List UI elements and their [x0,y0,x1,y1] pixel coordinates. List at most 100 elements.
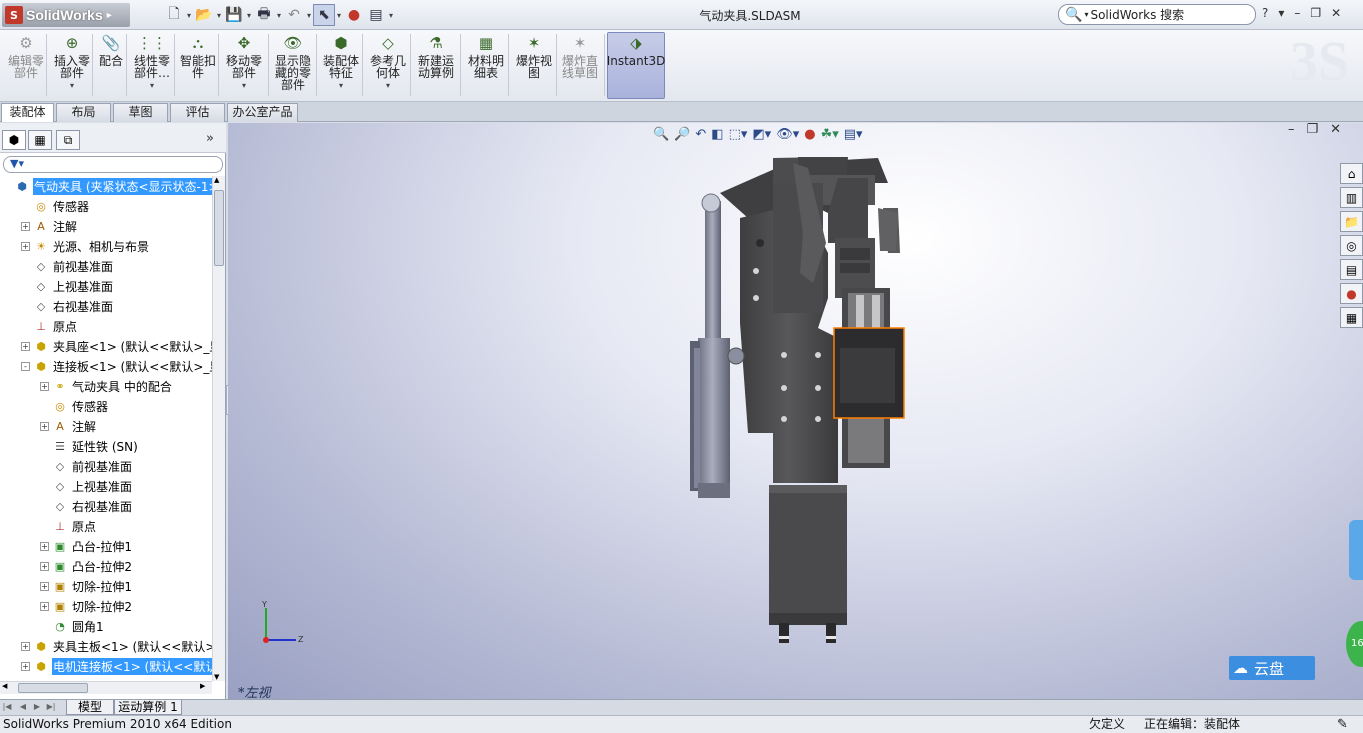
expand-toggle-icon[interactable]: + [40,421,49,431]
pneumatic-cylinder[interactable] [690,193,745,498]
expand-toggle-icon[interactable]: + [21,221,30,231]
tree-item[interactable]: ☰ 延性铁 (SN) [0,436,212,456]
smart-fasteners-button[interactable]: ⛬ 智能扣件 [178,33,218,99]
configuration-manager-tab-icon[interactable]: ⧉ [56,130,80,150]
save-icon[interactable]: 💾 [223,4,245,26]
options-dropdown[interactable]: ▾ [387,11,395,20]
edit-component-button[interactable]: ⚙ 编辑零 部件 [4,33,48,99]
tree-item[interactable]: ⊥ 原点 [0,316,212,336]
property-manager-tab-icon[interactable]: ▦ [28,130,52,150]
next-tab-icon[interactable]: ▶ [32,702,42,713]
tree-item[interactable]: ◎ 传感器 [0,396,212,416]
new-dropdown[interactable]: ▾ [185,11,193,20]
tree-item[interactable]: ◇ 前视基准面 [0,456,212,476]
tree-item[interactable]: -⬢ 连接板<1> (默认<<默认>_显示 [0,356,212,376]
expand-toggle-icon[interactable]: + [21,341,30,351]
dropdown-arrow-icon[interactable]: ▾ [386,80,390,92]
tab-3[interactable]: 评估 [170,103,225,122]
rebuild-pencil-icon[interactable]: ✎ [1337,716,1348,733]
tree-item[interactable]: + ⬢ 夹具座<1> (默认<<默认>_显示 [0,336,212,356]
tree-item[interactable]: + ▣ 切除-拉伸1 [0,576,212,596]
expand-toggle-icon[interactable]: + [21,661,30,671]
first-tab-icon[interactable]: |◀ [2,702,12,713]
dropdown-arrow-icon[interactable]: ▾ [70,80,74,92]
expand-toggle-icon[interactable]: + [40,561,49,571]
view-palette-icon[interactable]: ▤ [1340,259,1363,280]
gripper-body[interactable] [833,288,905,468]
tree-item[interactable]: ⬢ 气动夹具 (夹紧状态<显示状态-1>) [0,176,212,196]
expand-toggle-icon[interactable]: + [40,581,49,591]
move-component-button[interactable]: ✥ 移动零 部件 ▾ [222,33,266,99]
mate-button[interactable]: 📎 配合 [96,33,126,99]
side-widget[interactable] [1349,520,1363,580]
show-hidden-components-button[interactable]: 👁 显示隐 藏的零 部件 [271,33,315,99]
expand-toggle-icon[interactable]: + [40,601,49,611]
feature-manager-tab-icon[interactable]: ⬢ [2,130,26,150]
motor-mount-plate[interactable] [769,485,847,643]
scroll-up-icon[interactable]: ▲ [214,176,219,184]
home-icon[interactable]: ⌂ [1340,163,1363,184]
select-dropdown[interactable]: ▾ [335,11,343,20]
tree-filter-field[interactable]: ▼▾ [3,156,223,173]
tree-item[interactable]: + ▣ 凸台-拉伸2 [0,556,212,576]
dropdown-arrow-icon[interactable]: ▾ [339,80,343,92]
assembly-features-button[interactable]: ⬢ 装配体 特征 ▾ [319,33,363,99]
tab-2[interactable]: 草图 [113,103,168,122]
dropdown-arrow-icon[interactable]: ▾ [150,80,154,92]
linear-pattern-button[interactable]: ⋮⋮ 线性零 部件… ▾ [130,33,174,99]
bottom-tab-0[interactable]: 模型 [66,700,114,715]
tree-item[interactable]: ⊥ 原点 [0,516,212,536]
scroll-left-icon[interactable]: ◀ [2,682,7,690]
options-icon[interactable]: ▤ [365,4,387,26]
restore-icon[interactable]: ❐ [1310,6,1321,20]
expand-toggle-icon[interactable]: - [21,361,30,371]
help-dropdown-icon[interactable]: ▾ [1278,6,1284,20]
tree-item[interactable]: + ⚭ 气动夹具 中的配合 [0,376,212,396]
tab-1[interactable]: 布局 [56,103,111,122]
tree-item[interactable]: + ▣ 凸台-拉伸1 [0,536,212,556]
tab-4[interactable]: 办公室产品 [227,103,298,122]
tree-item[interactable]: + A 注解 [0,416,212,436]
tree-item[interactable]: ◇ 上视基准面 [0,476,212,496]
bottom-tab-1[interactable]: 运动算例 1 [114,700,182,715]
print-dropdown[interactable]: ▾ [275,11,283,20]
design-library-icon[interactable]: ▥ [1340,187,1363,208]
scroll-down-icon[interactable]: ▼ [214,673,219,681]
tree-item[interactable]: ◎ 传感器 [0,196,212,216]
app-menu-logo[interactable]: S SolidWorks ▸ [2,3,130,27]
tree-item[interactable]: + A 注解 [0,216,212,236]
undo-icon[interactable]: ↶ [283,4,305,26]
connecting-plate[interactable] [740,183,838,483]
tree-item[interactable]: ◇ 前视基准面 [0,256,212,276]
panel-expand-icon[interactable]: » [206,131,214,146]
tree-item[interactable]: ◔ 圆角1 [0,616,212,636]
appearances-icon[interactable]: ● [1340,283,1363,304]
expand-toggle-icon[interactable]: + [21,241,30,251]
new-document-icon[interactable]: 🗋 [163,4,185,26]
reference-geometry-button[interactable]: ◇ 参考几 何体 ▾ [366,33,410,99]
h-scroll-thumb[interactable] [18,683,88,693]
tab-0[interactable]: 装配体 [1,103,54,122]
search-dropdown-icon[interactable]: ▾ [1084,10,1088,19]
custom-properties-icon[interactable]: ▦ [1340,307,1363,328]
assembly-model[interactable] [228,123,1363,699]
expand-toggle-icon[interactable]: + [21,641,30,651]
tree-item[interactable]: + ▣ 切除-拉伸2 [0,596,212,616]
tree-item[interactable]: + ⬢ 夹具主板<1> (默认<<默认>_显 [0,636,212,656]
minimize-icon[interactable]: – [1294,6,1300,20]
search-box[interactable]: 🔍 ▾ SolidWorks 搜索 [1058,4,1256,25]
exploded-view-button[interactable]: ✶ 爆炸视图 [512,33,556,99]
explode-line-sketch-button[interactable]: ✶ 爆炸直 线草图 [558,33,602,99]
undo-dropdown[interactable]: ▾ [305,11,313,20]
select-cursor-icon[interactable]: ⬉ [313,4,335,26]
tree-item[interactable]: ◇ 右视基准面 [0,296,212,316]
open-folder-icon[interactable]: 📂 [193,4,215,26]
close-icon[interactable]: ✕ [1331,6,1341,20]
rebuild-traffic-light-icon[interactable]: ● [343,4,365,26]
print-icon[interactable]: 🖶 [253,4,275,26]
insert-components-button[interactable]: ⊕ 插入零 部件 ▾ [50,33,94,99]
help-button[interactable]: ? [1262,6,1268,20]
save-dropdown[interactable]: ▾ [245,11,253,20]
tree-item[interactable]: + ⬢ 电机连接板<1> (默认<<默认> [0,656,212,676]
cloud-disk-widget[interactable]: ☁ 云盘 [1229,656,1315,680]
